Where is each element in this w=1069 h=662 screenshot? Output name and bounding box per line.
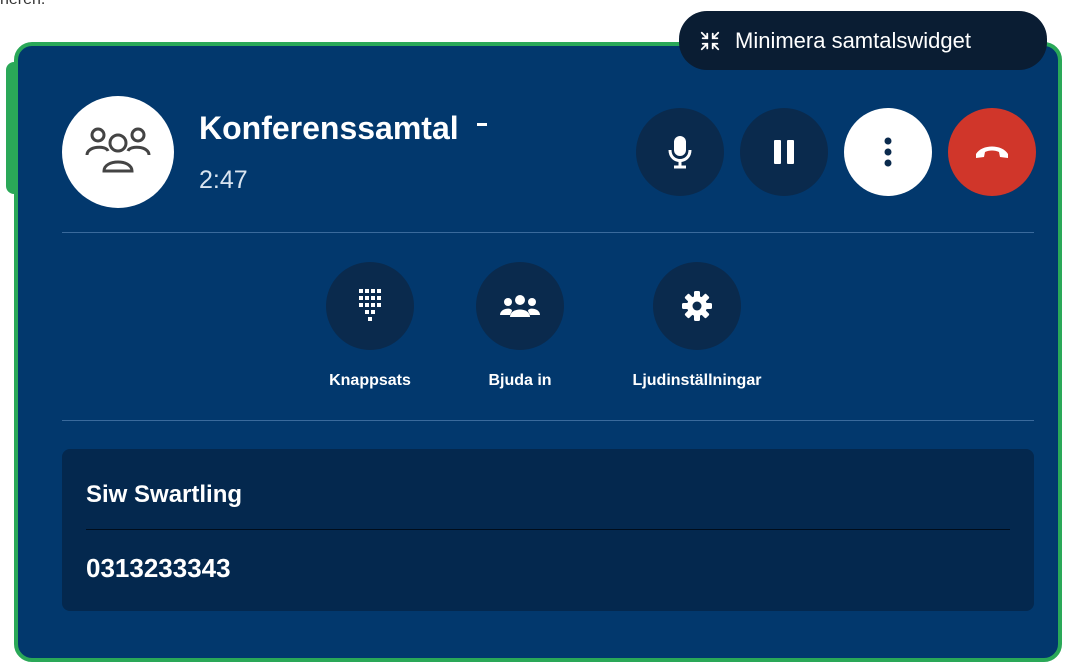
participant-card: Siw Swartling 0313233343	[62, 449, 1034, 611]
call-title-text: Konferenssamtal	[199, 110, 459, 146]
avatar	[62, 96, 174, 208]
chevron-up-icon	[476, 123, 487, 130]
keypad-icon	[359, 289, 381, 321]
hold-button[interactable]	[740, 108, 828, 196]
mute-button[interactable]	[636, 108, 724, 196]
more-options-button[interactable]	[844, 108, 932, 196]
keypad-button[interactable]	[326, 262, 414, 350]
participant-name: Siw Swartling	[86, 481, 243, 508]
call-title[interactable]: Konferenssamtal	[199, 110, 487, 147]
minimize-icon	[700, 31, 720, 50]
group-icon	[85, 127, 151, 173]
divider	[62, 232, 1034, 233]
divider	[86, 529, 1010, 530]
microphone-icon	[668, 136, 692, 169]
minimize-widget-tooltip[interactable]: Minimera samtalswidget	[679, 11, 1047, 70]
audio-settings-label: Ljudinställningar	[632, 372, 762, 389]
gear-icon	[682, 291, 712, 321]
divider	[62, 420, 1034, 421]
keypad-label: Knappsats	[329, 372, 411, 389]
tooltip-label: Minimera samtalswidget	[735, 27, 971, 53]
invite-label: Bjuda in	[488, 372, 552, 389]
audio-settings-button[interactable]	[653, 262, 741, 350]
invite-button[interactable]	[476, 262, 564, 350]
pause-icon	[774, 140, 794, 164]
more-vertical-icon	[884, 137, 892, 167]
truncated-text: nereh.	[0, 0, 45, 9]
people-icon	[500, 295, 540, 317]
hang-up-icon	[976, 146, 1008, 158]
participant-number: 0313233343	[86, 553, 231, 583]
hang-up-button[interactable]	[948, 108, 1036, 196]
call-duration: 2:47	[199, 166, 248, 194]
